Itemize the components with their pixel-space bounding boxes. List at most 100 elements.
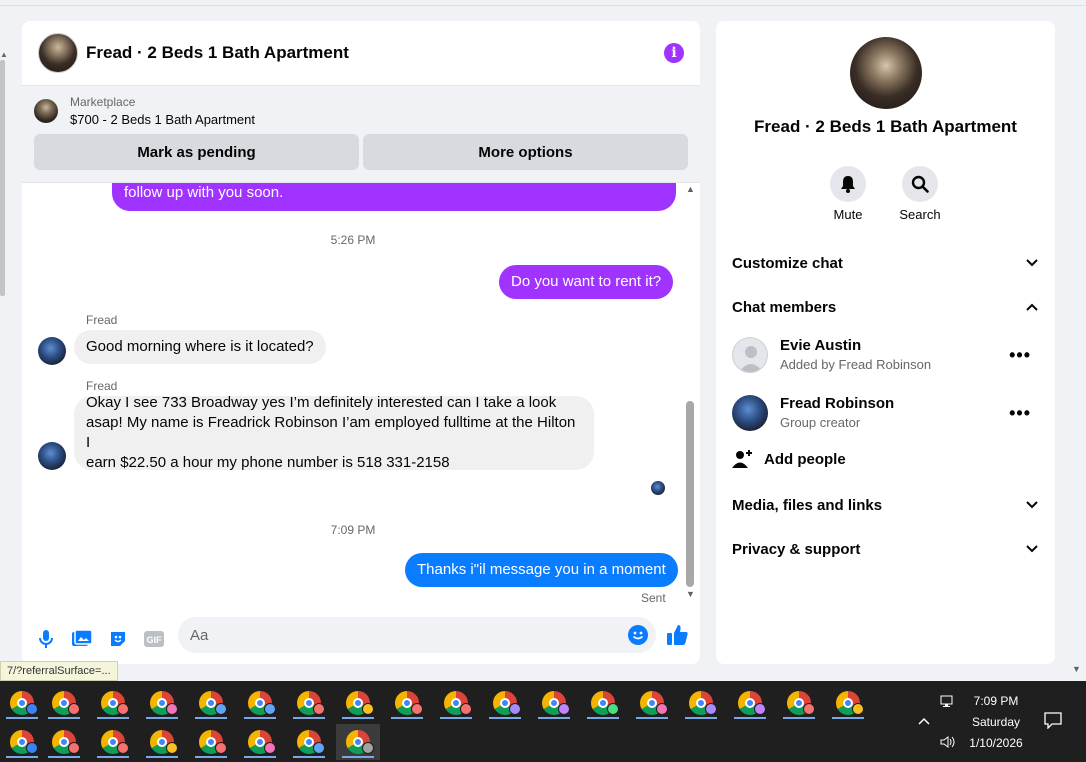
bell-icon <box>841 176 855 193</box>
sticker-icon[interactable] <box>108 629 128 649</box>
message-bubble-incoming[interactable]: Good morning where is it located? <box>74 330 326 364</box>
microphone-icon[interactable] <box>36 629 56 649</box>
network-icon[interactable] <box>940 695 956 712</box>
member-row[interactable]: Evie Austin Added by Fread Robinson ••• <box>732 333 1039 377</box>
notification-icon[interactable] <box>1044 711 1062 732</box>
customize-chat-section[interactable]: Customize chat <box>732 251 1039 275</box>
member-row[interactable]: Fread Robinson Group creator ••• <box>732 391 1039 435</box>
clock-day: Saturday <box>971 715 1021 729</box>
message-scrollbar-thumb[interactable] <box>686 401 694 587</box>
chat-header: Fread · 2 Beds 1 Bath Apartment i <box>22 21 700 86</box>
chat-title[interactable]: Fread · 2 Beds 1 Bath Apartment <box>86 43 349 63</box>
windows-taskbar: 7:09 PM Saturday 1/10/2026 <box>0 681 1086 762</box>
chrome-taskbar-icon[interactable] <box>630 685 674 721</box>
sender-avatar[interactable] <box>38 337 66 365</box>
chrome-taskbar-icon[interactable] <box>336 685 380 721</box>
scroll-up-arrow[interactable]: ▲ <box>686 184 695 194</box>
chevron-up-icon[interactable] <box>917 715 931 729</box>
message-input[interactable] <box>190 626 610 644</box>
chevron-down-icon <box>1026 545 1038 553</box>
chrome-taskbar-icon[interactable] <box>0 685 44 721</box>
chrome-taskbar-icon[interactable] <box>287 724 331 760</box>
chrome-taskbar-icon[interactable] <box>140 685 184 721</box>
member-subtitle: Added by Fread Robinson <box>780 357 932 372</box>
privacy-support-section[interactable]: Privacy & support <box>732 537 1039 561</box>
message-line: asap! My name is Freadrick Robinson I’am… <box>86 414 576 451</box>
status-url-tooltip: 7/?referralSurface=... <box>0 661 118 681</box>
sender-name: Fread <box>86 313 118 327</box>
sent-status: Sent <box>641 591 666 605</box>
emoji-icon[interactable] <box>628 625 648 645</box>
chrome-taskbar-icon[interactable] <box>42 685 86 721</box>
chrome-taskbar-icon[interactable] <box>336 724 380 760</box>
member-avatar <box>732 395 768 431</box>
sender-avatar[interactable] <box>38 442 66 470</box>
listing-thumbnail[interactable] <box>34 99 58 123</box>
message-list: follow up with you soon. 5:26 PM Do you … <box>22 183 684 613</box>
left-scrollbar-thumb[interactable] <box>0 60 5 296</box>
media-files-links-section[interactable]: Media, files and links <box>732 493 1039 517</box>
chrome-taskbar-icon[interactable] <box>532 685 576 721</box>
photo-icon[interactable] <box>72 629 92 649</box>
thumbs-up-icon[interactable] <box>666 623 690 647</box>
scroll-down-arrow[interactable]: ▼ <box>686 589 695 599</box>
mute-button[interactable] <box>830 166 866 202</box>
chrome-taskbar-icon[interactable] <box>385 685 429 721</box>
message-line: earn $22.50 a hour my phone number is 51… <box>86 454 450 471</box>
system-clock[interactable]: 7:09 PM Saturday 1/10/2026 <box>958 691 1034 754</box>
more-options-button[interactable]: More options <box>363 134 688 170</box>
info-icon[interactable]: i <box>664 43 684 63</box>
chrome-taskbar-icon[interactable] <box>238 724 282 760</box>
conversation-title: Fread · 2 Beds 1 Bath Apartment <box>754 117 1017 136</box>
member-name: Evie Austin <box>780 337 862 354</box>
chrome-taskbar-icon[interactable] <box>483 685 527 721</box>
chrome-taskbar-icon[interactable] <box>42 724 86 760</box>
chat-members-section[interactable]: Chat members <box>732 295 1039 319</box>
search-button[interactable] <box>902 166 938 202</box>
gif-icon[interactable]: GIF <box>144 629 164 649</box>
page-scroll-down-arrow[interactable]: ▼ <box>1072 664 1081 674</box>
composer-bar: GIF <box>22 617 700 661</box>
chrome-taskbar-icon[interactable] <box>0 724 44 760</box>
more-options-icon[interactable]: ••• <box>1009 345 1031 366</box>
message-bubble-outgoing[interactable]: Do you want to rent it? <box>499 265 674 299</box>
timestamp: 7:09 PM <box>330 523 376 537</box>
read-receipt-avatar <box>651 481 665 495</box>
marketplace-label: Marketplace <box>70 95 136 109</box>
chrome-taskbar-icon[interactable] <box>728 685 772 721</box>
volume-icon[interactable] <box>940 735 956 752</box>
section-label: Chat members <box>732 298 837 316</box>
message-bubble-outgoing[interactable]: Thanks i"il message you in a moment <box>405 553 678 587</box>
mark-as-pending-button[interactable]: Mark as pending <box>34 134 359 170</box>
chrome-taskbar-icon[interactable] <box>826 685 870 721</box>
chrome-taskbar-icon[interactable] <box>777 685 821 721</box>
message-line: Okay I see 733 Broadway yes I’m definite… <box>86 394 557 411</box>
chrome-taskbar-icon[interactable] <box>91 724 135 760</box>
chrome-taskbar-icon[interactable] <box>679 685 723 721</box>
chrome-taskbar-icon[interactable] <box>91 685 135 721</box>
chrome-taskbar-icon[interactable] <box>287 685 331 721</box>
section-label: Privacy & support <box>732 540 861 558</box>
timestamp: 5:26 PM <box>330 233 376 247</box>
chrome-taskbar-icon[interactable] <box>238 685 282 721</box>
chat-avatar[interactable] <box>38 33 78 73</box>
chrome-taskbar-icon[interactable] <box>140 724 184 760</box>
message-bubble-outgoing[interactable]: follow up with you soon. <box>112 183 676 211</box>
left-scroll-up-arrow[interactable]: ▲ <box>0 50 8 59</box>
chrome-taskbar-icon[interactable] <box>434 685 478 721</box>
clock-time: 7:09 PM <box>973 694 1019 708</box>
chrome-taskbar-icon[interactable] <box>189 685 233 721</box>
chrome-taskbar-icon[interactable] <box>189 724 233 760</box>
marketplace-bar: Marketplace $700 - 2 Beds 1 Bath Apartme… <box>22 86 700 183</box>
sender-name: Fread <box>86 379 118 393</box>
member-subtitle: Group creator <box>780 415 861 430</box>
listing-title[interactable]: $700 - 2 Beds 1 Bath Apartment <box>70 110 255 130</box>
message-bubble-incoming[interactable]: Okay I see 733 Broadway yes I’m definite… <box>74 394 594 471</box>
chevron-down-icon <box>1026 501 1038 509</box>
conversation-avatar[interactable] <box>850 37 922 109</box>
add-people-button[interactable]: Add people <box>732 449 846 469</box>
more-options-icon[interactable]: ••• <box>1009 403 1031 424</box>
search-label: Search <box>899 207 941 222</box>
section-label: Customize chat <box>732 254 843 272</box>
chrome-taskbar-icon[interactable] <box>581 685 625 721</box>
